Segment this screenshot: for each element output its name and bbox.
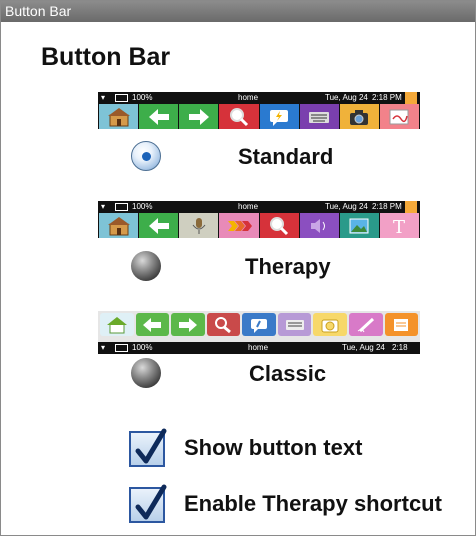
status-date: Tue, Aug 24 [325,93,368,102]
status-date: Tue, Aug 24 [325,202,368,211]
keyboard-icon [309,111,330,123]
search-button[interactable] [259,213,299,238]
checkmark-icon [135,484,167,520]
status-bar: ▾ 100% home Tue, Aug 24 2:18 PM [98,201,420,213]
battery-icon [115,94,128,102]
therapy-bar-preview: ▾ 100% home Tue, Aug 24 2:18 PM T [98,201,420,238]
back-button[interactable] [135,313,170,336]
standard-radio[interactable] [131,141,161,171]
svg-text:T: T [393,217,405,236]
edit-button[interactable] [379,104,419,129]
wifi-icon: ▾ [101,93,106,102]
microphone-icon [192,217,206,234]
back-button[interactable] [139,104,179,129]
quick-talk-icon [270,109,289,126]
show-button-text-checkbox[interactable] [129,428,167,467]
standard-bar-preview: ▾ 100% home Tue, Aug 24 2:18 PM [98,92,420,129]
classic-label: Classic [249,361,327,386]
app-name: home [238,93,259,102]
keyboard-icon [285,319,304,330]
forward-button[interactable] [171,313,205,336]
notes-button[interactable] [384,313,419,336]
keyboard-button[interactable] [277,313,312,336]
image-icon [349,218,369,233]
back-arrow-icon [148,217,169,234]
battery-icon [115,344,128,352]
camera-icon [321,319,339,332]
forward-button[interactable] [179,104,219,129]
home-icon [106,316,127,333]
menu-icon [405,92,417,104]
search-button[interactable] [206,313,241,336]
arrows-button[interactable] [219,213,259,238]
wifi-icon: ▾ [101,202,106,211]
speaker-button[interactable] [299,213,339,238]
enable-therapy-shortcut-label: Enable Therapy shortcut [184,491,442,516]
search-icon [215,316,232,333]
classic-radio[interactable] [131,358,161,388]
home-button[interactable] [100,313,134,336]
speaker-icon [311,218,326,233]
button-bar-window: Button Bar Button Bar ▾ 100% home Tue, A… [0,0,476,536]
status-date: Tue, Aug 24 [342,343,385,352]
search-icon [229,107,248,126]
therapy-radio[interactable] [131,251,161,281]
forward-arrow-icon [178,317,197,332]
battery-level: 100% [132,202,153,211]
quick-talk-button[interactable] [259,104,299,129]
quick-talk-button[interactable] [242,313,276,336]
image-button[interactable] [339,213,379,238]
show-button-text-label: Show button text [184,435,363,460]
app-name: home [238,202,259,211]
camera-button[interactable] [339,104,379,129]
status-bar: ▾ 100% home Tue, Aug 24 2:18 PM [98,92,420,104]
app-name: home [248,343,269,352]
checkmark-icon [135,428,167,464]
search-button[interactable] [219,104,259,129]
classic-bar-preview: ▾ 100% home Tue, Aug 24 2:18 PM [98,311,420,364]
status-time: 2:18 PM [372,202,402,211]
keyboard-button[interactable] [299,104,339,129]
back-button[interactable] [139,213,179,238]
status-time: 2:18 PM [372,93,402,102]
camera-icon [350,109,369,125]
battery-icon [115,203,128,211]
standard-label: Standard [238,144,334,169]
window-title: Button Bar [1,1,475,22]
battery-level: 100% [132,93,153,102]
back-arrow-icon [143,317,162,332]
text-icon: T [393,217,405,236]
status-bar: ▾ 100% home Tue, Aug 24 2:18 PM [98,342,420,364]
home-button[interactable] [99,104,139,129]
edit-icon [389,109,409,124]
search-icon [270,216,289,235]
pen-icon [357,317,374,332]
back-arrow-icon [148,108,169,125]
status-time: 2:18 PM [392,343,408,364]
home-icon [107,216,130,235]
microphone-button[interactable] [179,213,219,238]
menu-icon [405,201,417,213]
therapy-label: Therapy [245,254,331,279]
camera-button[interactable] [313,313,347,336]
enable-therapy-shortcut-checkbox[interactable] [129,484,167,523]
text-button[interactable]: T [379,213,419,238]
forward-arrow-icon [188,108,209,125]
wifi-icon: ▾ [101,343,106,352]
home-button[interactable] [99,213,139,238]
notes-icon [394,318,409,331]
home-icon [107,107,130,126]
pen-button[interactable] [348,313,383,336]
quick-talk-icon [251,318,268,333]
battery-level: 100% [132,343,153,352]
page-title: Button Bar [41,43,171,71]
arrows-icon [227,220,252,231]
